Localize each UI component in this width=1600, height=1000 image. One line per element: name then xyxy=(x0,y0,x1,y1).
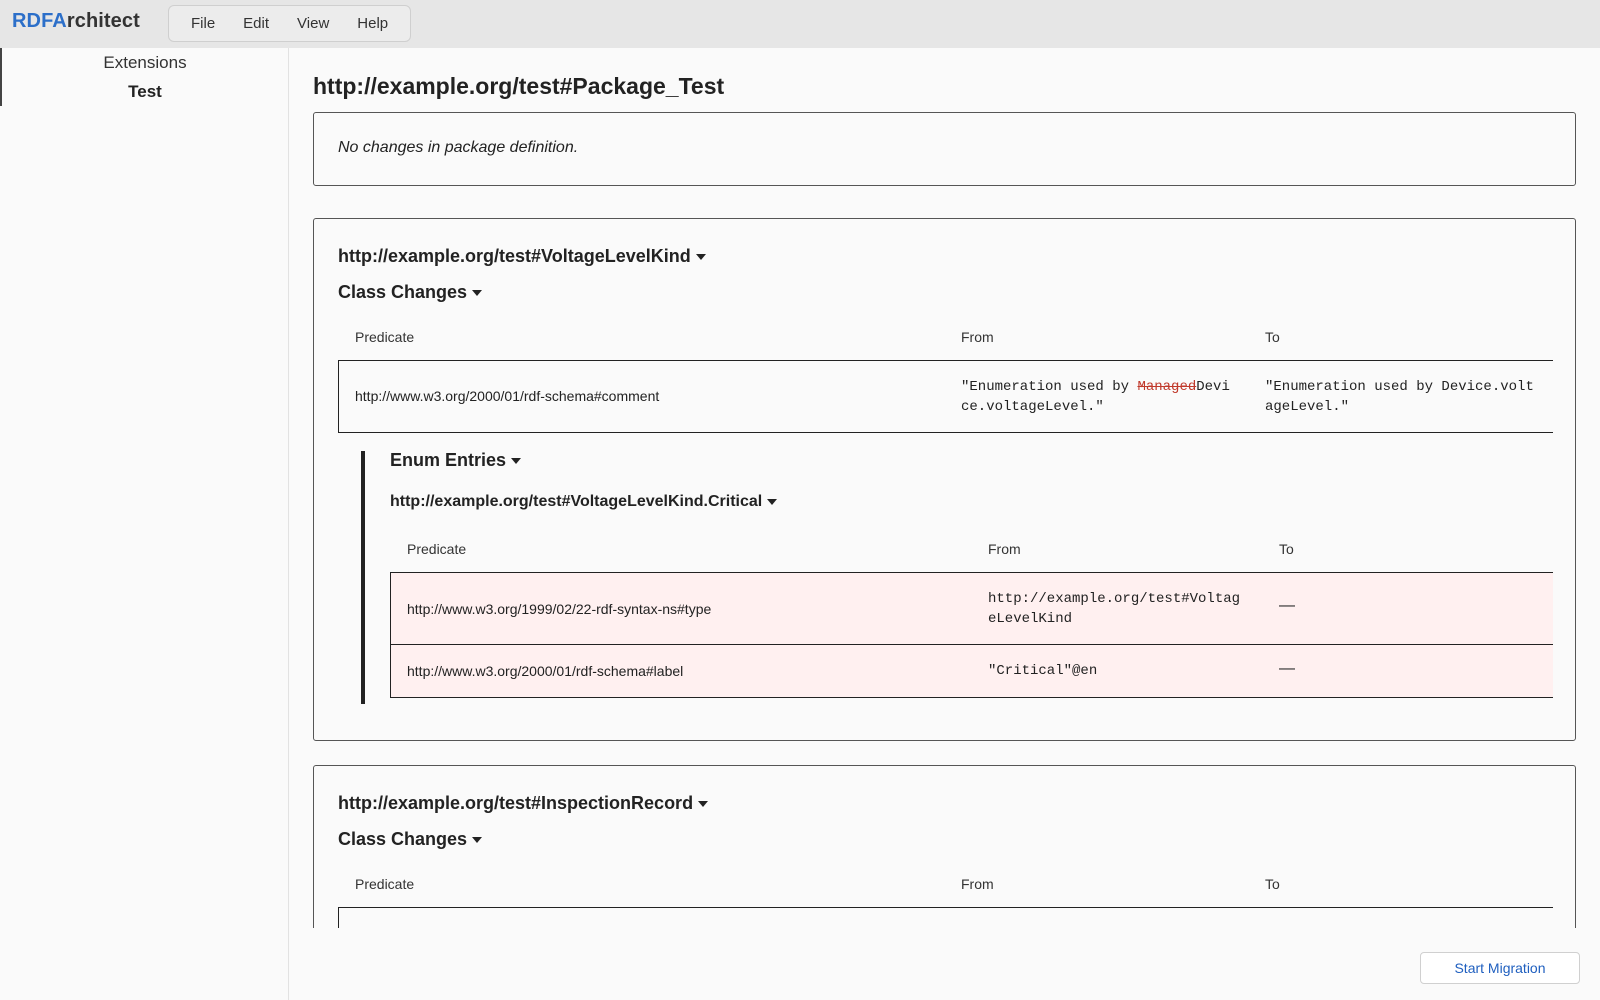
start-migration-button[interactable]: Start Migration xyxy=(1420,952,1580,984)
top-bar: RDFArchitect File Edit View Help xyxy=(0,0,1600,48)
menu-help[interactable]: Help xyxy=(343,15,402,32)
menu-file[interactable]: File xyxy=(177,15,229,32)
table-row: http://www.w3.org/1999/02/22-rdf-syntax-… xyxy=(390,572,1553,645)
predicate-cell: http://www.w3.org/1999/02/22-rdf-syntax-… xyxy=(407,601,712,617)
from-text: http://example.org/test#Voltag xyxy=(988,591,1241,607)
entity-panel-voltagelevelkind: http://example.org/test#VoltageLevelKind… xyxy=(313,218,1576,741)
package-message: No changes in package definition. xyxy=(338,139,579,156)
column-header-predicate: Predicate xyxy=(355,876,415,892)
predicate-cell: http://www.w3.org/2000/01/rdf-schema#lab… xyxy=(407,663,684,679)
class-changes-header[interactable]: Class Changes xyxy=(338,829,483,850)
package-definition-panel: No changes in package definition. xyxy=(313,112,1576,186)
class-changes-title: Class Changes xyxy=(338,829,468,849)
column-header-to: To xyxy=(1265,329,1280,345)
table-row xyxy=(338,907,1553,928)
column-header-from: From xyxy=(988,541,1021,557)
menu-edit[interactable]: Edit xyxy=(229,15,283,32)
enum-entry-header[interactable]: http://example.org/test#VoltageLevelKind… xyxy=(390,493,778,511)
table-row: http://www.w3.org/2000/01/rdf-schema#com… xyxy=(338,360,1553,433)
enum-entries-title: Enum Entries xyxy=(390,450,507,470)
from-text: ce.voltageLevel." xyxy=(961,399,1104,415)
column-header-predicate: Predicate xyxy=(355,329,415,345)
entity-title: http://example.org/test#VoltageLevelKind xyxy=(338,246,691,266)
to-cell: "Enumeration used by Device.volt ageLeve… xyxy=(1265,377,1534,417)
logo-prefix: RDFA xyxy=(12,10,67,32)
class-changes-title: Class Changes xyxy=(338,282,468,302)
enum-entries-bar xyxy=(361,451,365,704)
enum-entries-header[interactable]: Enum Entries xyxy=(390,450,522,471)
caret-down-icon xyxy=(698,801,709,808)
column-header-from: From xyxy=(961,876,994,892)
from-text: "Enumeration used by xyxy=(961,379,1138,395)
entity-title: http://example.org/test#InspectionRecord xyxy=(338,793,694,813)
sidebar-heading-extensions[interactable]: Extensions xyxy=(0,48,288,77)
to-text: ageLevel." xyxy=(1265,399,1350,415)
caret-down-icon xyxy=(695,254,706,261)
predicate-cell: http://www.w3.org/2000/01/rdf-schema#com… xyxy=(355,388,660,404)
caret-down-icon xyxy=(511,458,522,465)
column-header-to: To xyxy=(1265,876,1280,892)
to-cell: — xyxy=(1279,660,1295,677)
enum-entry-title: http://example.org/test#VoltageLevelKind… xyxy=(390,493,763,510)
from-cell: http://example.org/test#Voltag eLevelKin… xyxy=(988,589,1240,629)
from-text: Devi xyxy=(1196,379,1230,395)
column-header-predicate: Predicate xyxy=(407,541,467,557)
class-changes-header[interactable]: Class Changes xyxy=(338,282,483,303)
from-text: eLevelKind xyxy=(988,611,1073,627)
entity-panel-inspectionrecord: http://example.org/test#InspectionRecord… xyxy=(313,765,1576,928)
column-header-to: To xyxy=(1279,541,1294,557)
caret-down-icon xyxy=(472,837,483,844)
caret-down-icon xyxy=(767,498,778,505)
table-row: http://www.w3.org/2000/01/rdf-schema#lab… xyxy=(390,644,1553,698)
logo-suffix: rchitect xyxy=(66,10,140,32)
column-header-from: From xyxy=(961,329,994,345)
caret-down-icon xyxy=(472,290,483,297)
main-content: http://example.org/test#Package_Test No … xyxy=(289,48,1600,928)
entity-header[interactable]: http://example.org/test#InspectionRecord xyxy=(338,793,709,814)
page-title: http://example.org/test#Package_Test xyxy=(313,73,725,99)
to-text: "Enumeration used by Device.volt xyxy=(1265,379,1534,395)
from-cell: "Critical"@en xyxy=(988,663,1098,679)
menu-bar: File Edit View Help xyxy=(168,5,412,42)
from-cell: "Enumeration used by ManagedDevi ce.volt… xyxy=(961,377,1230,417)
sidebar-item-test[interactable]: Test xyxy=(0,77,288,106)
to-cell: — xyxy=(1279,597,1295,614)
sidebar: Extensions Test xyxy=(0,48,289,1000)
deleted-text: Managed xyxy=(1137,379,1197,395)
menu-view[interactable]: View xyxy=(283,15,343,32)
entity-header[interactable]: http://example.org/test#VoltageLevelKind xyxy=(338,246,706,267)
app-logo: RDFArchitect xyxy=(12,10,140,33)
